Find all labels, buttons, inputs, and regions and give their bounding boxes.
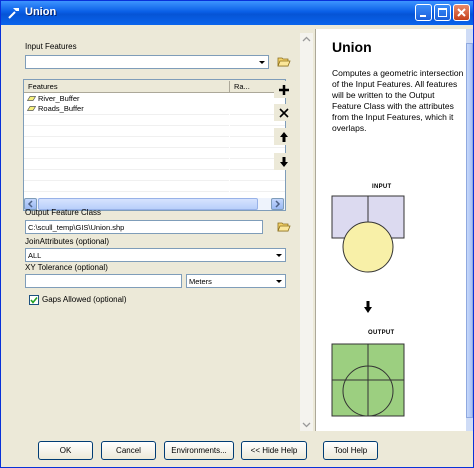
minimize-button[interactable] — [415, 4, 432, 21]
table-cell-feature: River_Buffer — [38, 94, 80, 103]
chevron-right-icon — [275, 200, 281, 208]
cancel-button[interactable]: Cancel — [101, 441, 156, 460]
scroll-thumb[interactable] — [466, 43, 473, 418]
table-header: Features Ra... — [24, 80, 285, 93]
gaps-allowed-checkbox[interactable] — [29, 295, 39, 305]
help-title: Union — [332, 39, 372, 55]
arrow-up-icon — [280, 132, 288, 142]
window-title: Union — [25, 6, 57, 18]
polygon-layer-icon — [27, 96, 36, 101]
input-diagram — [331, 195, 405, 273]
parameters-scrollbar[interactable] — [300, 33, 313, 431]
title-bar[interactable]: Union — [1, 1, 473, 25]
output-feature-class-field[interactable]: C:\scull_temp\GIS\Union.shp — [25, 220, 263, 234]
add-row-button[interactable] — [274, 81, 293, 98]
close-icon — [457, 8, 466, 17]
union-tool-window: Union Input Features Features Ra... Rive… — [0, 0, 474, 468]
xy-tolerance-label: XY Tolerance (optional) — [25, 263, 108, 272]
help-scrollbar[interactable] — [466, 29, 473, 431]
xy-units-value: Meters — [189, 277, 212, 286]
output-feature-class-value: C:\scull_temp\GIS\Union.shp — [28, 223, 125, 232]
checkmark-icon — [30, 297, 38, 304]
chevron-down-icon[interactable] — [255, 56, 268, 68]
output-diagram-caption: OUTPUT — [368, 330, 395, 336]
maximize-button[interactable] — [434, 4, 451, 21]
x-icon — [279, 108, 289, 118]
ok-button[interactable]: OK — [38, 441, 93, 460]
help-panel: Union Computes a geometric intersection … — [315, 29, 467, 431]
table-cell-feature: Roads_Buffer — [38, 104, 84, 113]
xy-units-select[interactable]: Meters — [186, 274, 286, 288]
input-features-combobox[interactable] — [25, 55, 269, 69]
chevron-up-icon — [302, 36, 311, 42]
hide-help-button[interactable]: << Hide Help — [241, 441, 307, 460]
arrow-down-icon — [280, 157, 288, 167]
gaps-allowed-label: Gaps Allowed (optional) — [42, 295, 127, 304]
join-attributes-value: ALL — [28, 251, 42, 260]
xy-tolerance-input[interactable] — [25, 274, 182, 288]
minimize-icon — [420, 15, 426, 17]
hammer-icon — [8, 8, 19, 19]
parameters-panel: Input Features Features Ra... River_Buff… — [23, 33, 309, 432]
open-folder-icon — [277, 57, 291, 67]
column-header-features[interactable]: Features — [28, 82, 58, 91]
chevron-down-icon — [302, 422, 311, 428]
scroll-up-button[interactable] — [300, 33, 313, 46]
input-diagram-caption: INPUT — [372, 184, 392, 190]
tool-help-button[interactable]: Tool Help — [323, 441, 378, 460]
browse-input-button[interactable] — [274, 53, 293, 70]
scroll-right-button[interactable] — [271, 198, 284, 210]
chevron-down-icon[interactable] — [272, 249, 285, 261]
close-button[interactable] — [453, 4, 470, 21]
arrow-down-icon — [364, 301, 372, 313]
output-feature-class-label: Output Feature Class — [25, 208, 102, 217]
plus-icon — [279, 85, 289, 95]
help-description: Computes a geometric intersection of the… — [332, 68, 464, 133]
move-down-button[interactable] — [274, 153, 293, 170]
open-folder-icon — [277, 222, 291, 232]
column-header-rank[interactable]: Ra... — [234, 82, 250, 91]
browse-output-button[interactable] — [274, 218, 293, 235]
remove-row-button[interactable] — [274, 104, 293, 121]
features-table[interactable]: Features Ra... River_Buffer Roads_Buffer — [23, 79, 286, 211]
scroll-down-button[interactable] — [300, 418, 313, 431]
polygon-layer-icon — [27, 106, 36, 111]
join-attributes-select[interactable]: ALL — [25, 248, 286, 262]
chevron-down-icon[interactable] — [272, 275, 285, 287]
input-features-label: Input Features — [25, 42, 77, 51]
join-attributes-label: JoinAttributes (optional) — [25, 237, 110, 246]
output-diagram — [331, 343, 405, 417]
table-row[interactable]: Roads_Buffer — [24, 103, 285, 114]
move-up-button[interactable] — [274, 128, 293, 145]
maximize-icon — [438, 8, 447, 17]
environments-button[interactable]: Environments... — [164, 441, 234, 460]
